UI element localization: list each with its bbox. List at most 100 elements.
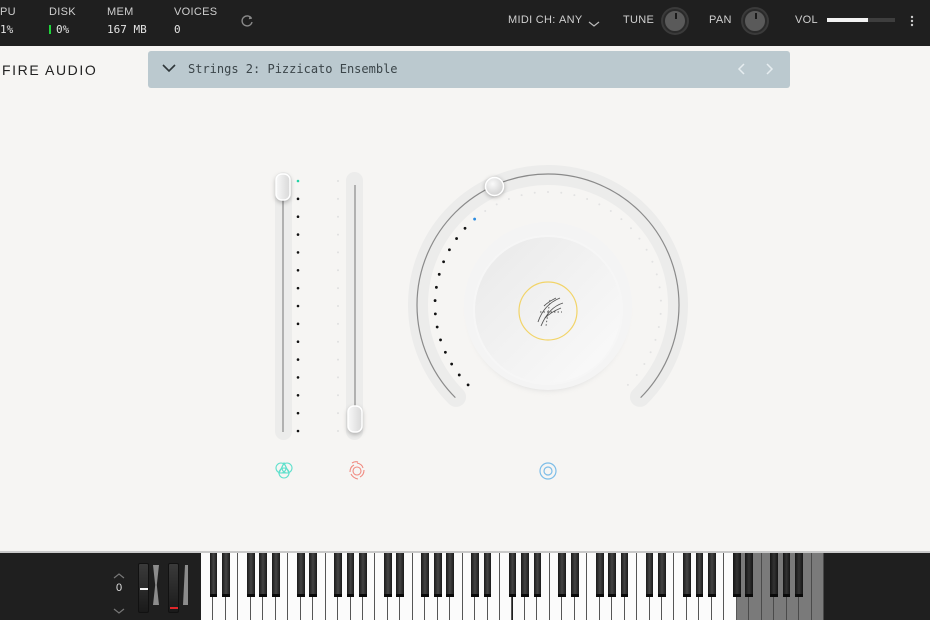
black-key[interactable]: [271, 553, 280, 597]
black-key[interactable]: [433, 553, 442, 597]
black-key[interactable]: [521, 553, 529, 597]
black-key[interactable]: [359, 553, 367, 597]
ring-tick: [466, 383, 470, 387]
mod-wheel-marker: [170, 607, 178, 609]
slider-2-tick: [337, 197, 339, 200]
slider-2-tick: [337, 287, 339, 290]
slider-1-tick: [296, 304, 300, 308]
pitch-wheel-marker: [140, 588, 148, 590]
ring-tick: [484, 210, 487, 213]
ring-tick: [573, 194, 576, 197]
black-key[interactable]: [508, 553, 517, 597]
black-key[interactable]: [246, 553, 255, 597]
chevron-up-icon[interactable]: [112, 566, 126, 579]
piano-keyboard[interactable]: [201, 553, 824, 620]
black-key[interactable]: [346, 553, 355, 597]
slider-1-handle[interactable]: [275, 173, 291, 201]
slider-2-tick: [337, 412, 339, 415]
ring-tick: [635, 373, 638, 376]
slider-2-handle[interactable]: [347, 405, 363, 433]
center-knob[interactable]: [473, 235, 623, 385]
ring-tick: [448, 248, 451, 252]
black-key[interactable]: [384, 553, 392, 597]
slider-2-tick: [337, 233, 339, 236]
ring-tick: [433, 312, 437, 316]
black-key[interactable]: [595, 553, 604, 597]
ring-tick: [659, 299, 662, 302]
macro-ring-knob[interactable]: [408, 165, 688, 407]
black-key[interactable]: [209, 553, 218, 597]
slider-2-tick: [337, 305, 339, 307]
black-key[interactable]: [695, 553, 704, 597]
slider-1-tick: [296, 393, 300, 397]
slider-1-tick: [296, 233, 300, 236]
ring-tick: [520, 194, 523, 197]
slider-2-tick: [337, 251, 339, 254]
black-key[interactable]: [608, 553, 617, 597]
black-key[interactable]: [570, 553, 579, 597]
black-key[interactable]: [421, 553, 430, 597]
black-key[interactable]: [707, 553, 716, 597]
triangle-circles-icon[interactable]: [275, 461, 293, 479]
black-key[interactable]: [732, 553, 741, 597]
slider-2-tick: [337, 215, 339, 218]
black-key[interactable]: [620, 553, 629, 597]
mod-range-icon: [183, 565, 188, 605]
ring-tick: [645, 248, 648, 251]
slider-2-tick: [337, 269, 339, 272]
slider-1[interactable]: [275, 172, 300, 440]
ring-tick: [434, 285, 438, 289]
slider-2-tick: [337, 358, 339, 361]
black-key[interactable]: [745, 553, 754, 597]
ring-tick: [457, 373, 461, 377]
slider-1-tick: [296, 179, 300, 183]
slider-1-tick: [296, 322, 300, 326]
slider-1-tick: [296, 358, 300, 361]
black-key[interactable]: [683, 553, 691, 597]
chevron-down-icon[interactable]: [112, 601, 126, 614]
black-key[interactable]: [222, 553, 230, 597]
black-key[interactable]: [396, 553, 405, 597]
black-key[interactable]: [446, 553, 455, 597]
slider-2[interactable]: [337, 172, 363, 440]
black-key[interactable]: [296, 553, 305, 597]
black-key[interactable]: [645, 553, 654, 597]
slider-2-tick: [337, 376, 339, 379]
slider-1-scale: [296, 179, 300, 433]
circle-target-icon[interactable]: [539, 462, 557, 480]
white-key[interactable]: [811, 553, 824, 620]
slider-2-tick: [337, 340, 339, 343]
black-key[interactable]: [770, 553, 779, 597]
ring-tick: [655, 273, 658, 276]
slider-1-tick: [296, 340, 300, 344]
ring-tick: [651, 260, 654, 263]
black-key[interactable]: [334, 553, 342, 597]
slider-2-tick: [337, 322, 339, 325]
ring-tick: [643, 363, 646, 366]
black-key[interactable]: [782, 553, 791, 597]
aperture-swirl-icon[interactable]: [349, 461, 365, 480]
ring-handle[interactable]: [484, 176, 505, 197]
ring-tick: [649, 351, 652, 354]
pitch-wheel[interactable]: [138, 563, 149, 613]
black-key[interactable]: [259, 553, 268, 597]
black-key[interactable]: [558, 553, 567, 597]
black-key[interactable]: [483, 553, 492, 597]
ring-tick: [658, 286, 661, 289]
black-key[interactable]: [309, 553, 317, 597]
slider-1-tick: [296, 268, 300, 272]
slider-2-scale: [337, 180, 339, 432]
slider-1-tick: [296, 411, 300, 415]
black-key[interactable]: [471, 553, 479, 597]
ring-tick: [455, 237, 458, 240]
ring-tick: [629, 227, 632, 230]
slider-1-tick: [296, 251, 300, 254]
ring-tick: [463, 226, 467, 230]
black-key[interactable]: [795, 553, 803, 597]
ring-tick: [657, 326, 660, 329]
black-key[interactable]: [533, 553, 542, 597]
ring-tick: [507, 197, 510, 200]
mod-wheel[interactable]: [168, 563, 179, 613]
ring-tick: [495, 203, 498, 206]
black-key[interactable]: [658, 553, 666, 597]
